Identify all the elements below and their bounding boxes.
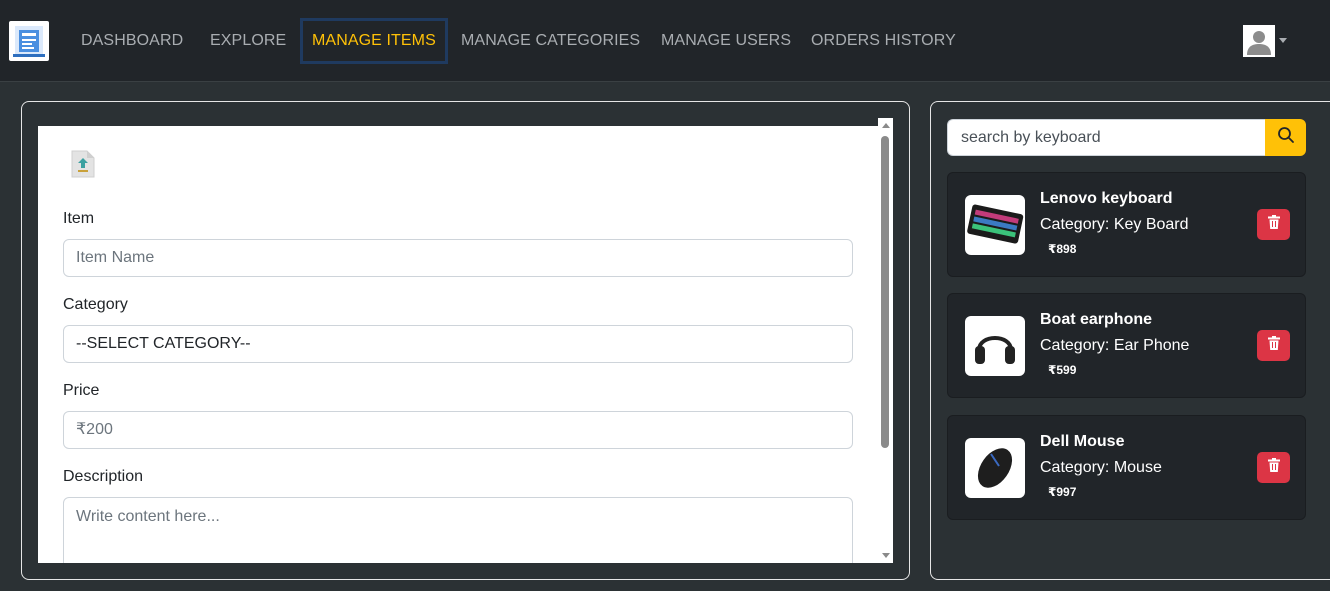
nav-link-manage-users[interactable]: MANAGE USERS: [661, 18, 791, 64]
item-name: Boat earphone: [1040, 311, 1153, 328]
item-name: Dell Mouse: [1040, 433, 1125, 450]
category-select[interactable]: --SELECT CATEGORY--: [63, 325, 853, 363]
item-label: Item: [63, 210, 95, 227]
item-category: Category: Key Board: [1040, 216, 1189, 233]
app-logo-icon[interactable]: [9, 21, 49, 61]
item-category: Category: Ear Phone: [1040, 337, 1190, 354]
nav-link-orders-history[interactable]: ORDERS HISTORY: [811, 18, 956, 64]
scroll-thumb[interactable]: [881, 136, 889, 448]
description-label: Description: [63, 468, 144, 485]
item-price: ₹599: [1048, 363, 1077, 377]
nav-link-dashboard[interactable]: DASHBOARD: [81, 18, 183, 64]
scroll-down-arrow-icon[interactable]: [882, 553, 890, 558]
scroll-up-arrow-icon[interactable]: [882, 123, 890, 128]
item-card: Dell Mouse Category: Mouse ₹997: [947, 415, 1306, 520]
price-input[interactable]: [63, 411, 853, 449]
headphone-image: [965, 316, 1025, 376]
search-button[interactable]: [1265, 119, 1306, 156]
nav-link-manage-categories[interactable]: MANAGE CATEGORIES: [461, 18, 640, 64]
search-icon: [1277, 126, 1295, 149]
delete-item-button[interactable]: [1257, 452, 1290, 483]
trash-icon: [1267, 215, 1280, 234]
item-form: Item Category --SELECT CATEGORY-- Price …: [38, 126, 893, 563]
item-category: Category: Mouse: [1040, 459, 1162, 476]
top-navbar: DASHBOARD EXPLORE MANAGE ITEMS MANAGE CA…: [0, 0, 1330, 82]
nav-link-manage-items[interactable]: MANAGE ITEMS: [300, 18, 448, 64]
delete-item-button[interactable]: [1257, 330, 1290, 361]
user-menu-caret-icon[interactable]: [1279, 38, 1287, 43]
item-name: Lenovo keyboard: [1040, 190, 1173, 207]
item-card: Boat earphone Category: Ear Phone ₹599: [947, 293, 1306, 398]
trash-icon: [1267, 336, 1280, 355]
trash-icon: [1267, 458, 1280, 477]
item-name-input[interactable]: [63, 239, 853, 277]
item-card: Lenovo keyboard Category: Key Board ₹898: [947, 172, 1306, 277]
keyboard-image: [965, 195, 1025, 255]
user-avatar-icon[interactable]: [1243, 25, 1275, 57]
search-input[interactable]: [947, 119, 1265, 156]
price-label: Price: [63, 382, 100, 399]
item-price: ₹898: [1048, 242, 1077, 256]
delete-item-button[interactable]: [1257, 209, 1290, 240]
category-label: Category: [63, 296, 128, 313]
nav-link-explore[interactable]: EXPLORE: [210, 18, 286, 64]
description-textarea[interactable]: [63, 497, 853, 563]
item-price: ₹997: [1048, 485, 1077, 499]
upload-icon[interactable]: [71, 150, 95, 178]
form-scrollbar[interactable]: [878, 118, 893, 563]
mouse-image: [965, 438, 1025, 498]
